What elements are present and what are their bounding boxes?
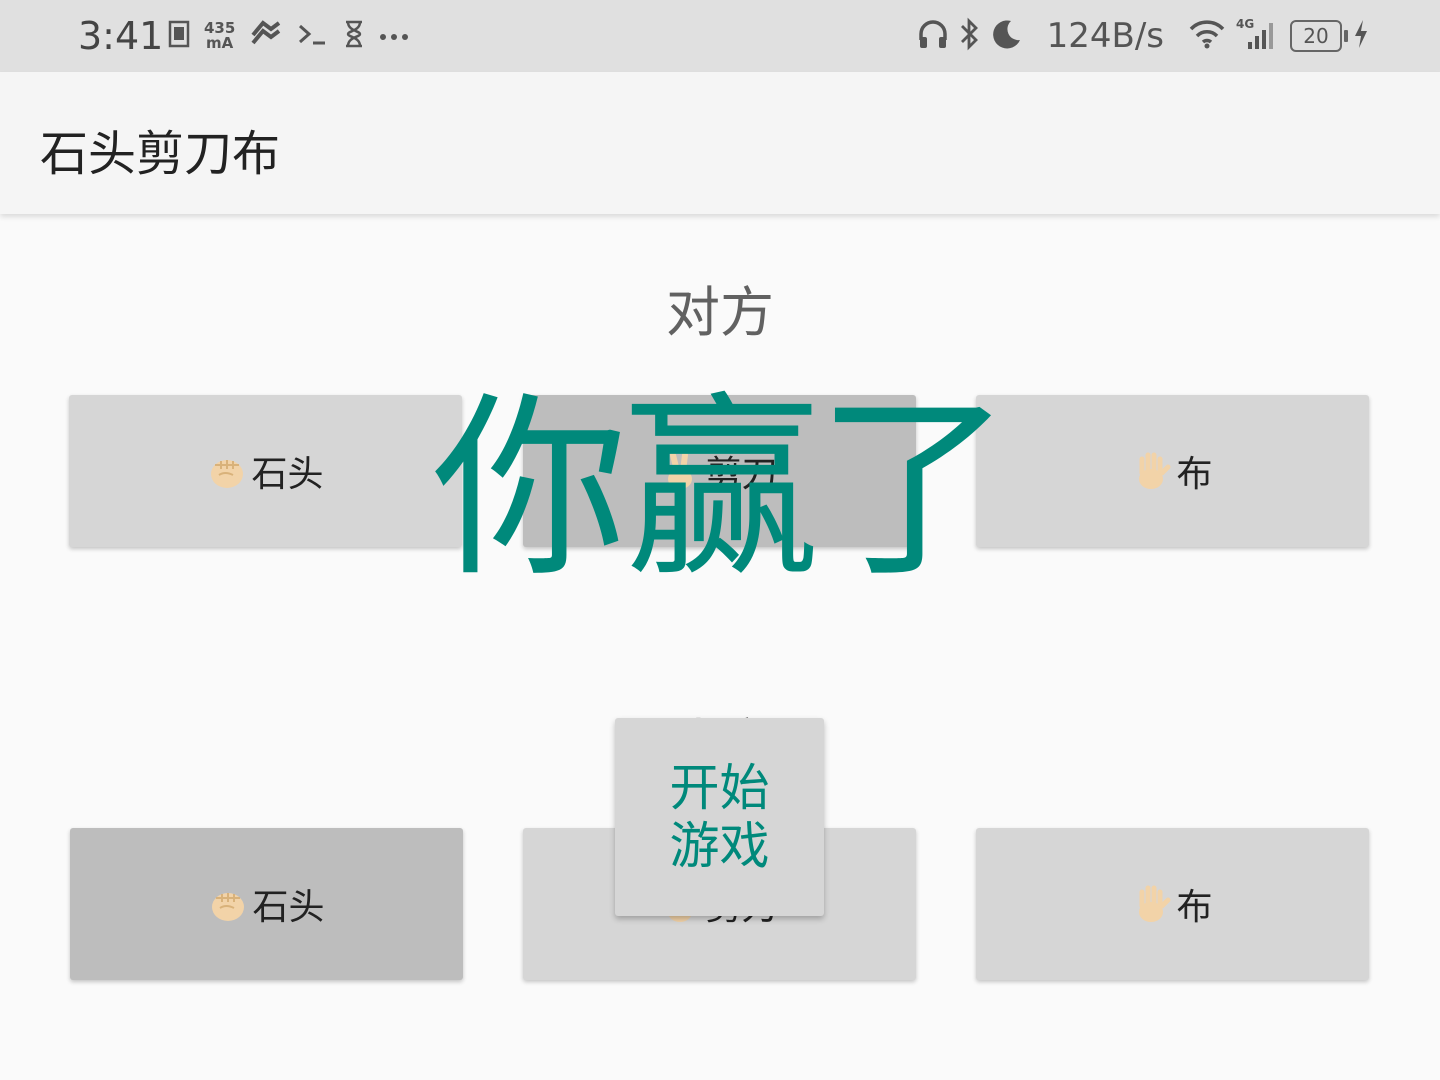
- status-time: 3:41: [78, 14, 164, 58]
- start-game-label: 开始游戏: [669, 759, 770, 875]
- fist-icon: [208, 884, 248, 924]
- palm-icon: [1132, 884, 1172, 924]
- svg-text:4G: 4G: [1236, 17, 1254, 31]
- start-game-button[interactable]: 开始游戏: [615, 718, 824, 916]
- fist-icon: [207, 451, 247, 491]
- hourglass-icon: [343, 19, 365, 53]
- terminal-icon: [297, 20, 329, 52]
- opponent-rock-button[interactable]: 石头: [69, 395, 462, 547]
- heart-sync-icon: [249, 19, 283, 53]
- more-notifications-icon: [379, 27, 409, 46]
- do-not-disturb-moon-icon: [991, 18, 1023, 54]
- current-draw-badge: 435 mA: [204, 21, 235, 51]
- status-bar: 3:41 435 mA 124B/s 4G 20: [0, 0, 1440, 72]
- charging-bolt-icon: [1352, 18, 1370, 54]
- headphones-icon: [917, 18, 949, 54]
- current-unit: mA: [206, 34, 234, 52]
- player-rock-button[interactable]: 石头: [70, 828, 463, 980]
- battery-level: 20: [1303, 24, 1329, 48]
- player-paper-label: 布: [1176, 887, 1213, 928]
- scissors-hand-icon: [661, 451, 701, 491]
- kindle-app-icon: [168, 20, 190, 52]
- status-icons-right: 124B/s 4G 20: [917, 16, 1370, 56]
- opponent-scissors-label: 剪刀: [705, 454, 778, 495]
- opponent-paper-button[interactable]: 布: [976, 395, 1369, 547]
- wifi-icon: [1188, 18, 1226, 54]
- player-paper-button[interactable]: 布: [976, 828, 1369, 980]
- status-icons-left: 435 mA: [168, 18, 409, 54]
- opponent-label: 对方: [666, 281, 774, 344]
- cellular-signal-icon: 4G: [1236, 17, 1280, 55]
- bluetooth-icon: [959, 17, 981, 55]
- opponent-scissors-button[interactable]: 剪刀: [523, 395, 916, 547]
- player-rock-label: 石头: [252, 887, 325, 928]
- app-title: 石头剪刀布: [40, 126, 281, 182]
- network-speed: 124B/s: [1046, 16, 1164, 56]
- app-bar: 石头剪刀布: [0, 72, 1440, 214]
- palm-icon: [1132, 451, 1172, 491]
- battery-icon: 20: [1290, 20, 1348, 52]
- opponent-rock-label: 石头: [251, 454, 324, 495]
- opponent-paper-label: 布: [1176, 454, 1213, 495]
